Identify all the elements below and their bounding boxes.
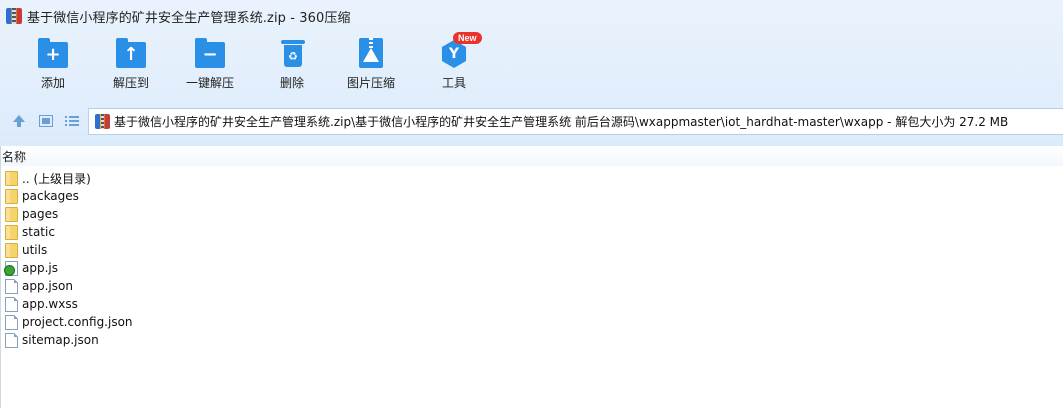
list-item-name: sitemap.json	[22, 333, 99, 347]
list-item[interactable]: app.wxss	[5, 295, 133, 313]
list-item-name: pages	[22, 207, 59, 221]
list-item[interactable]: .. (上级目录)	[5, 169, 133, 187]
extract-to-label: 解压到	[113, 76, 150, 90]
folder-icon	[5, 188, 18, 204]
folder-icon	[5, 206, 18, 222]
list-item-name: project.config.json	[22, 315, 133, 329]
list-item-name: app.wxss	[22, 297, 78, 311]
add-label: 添加	[40, 76, 65, 90]
js-file-icon	[4, 260, 18, 276]
archive-icon	[95, 114, 110, 129]
one-click-extract-icon: −	[193, 38, 227, 70]
add-icon: +	[36, 38, 70, 70]
recycle-bin-icon: ♻	[275, 38, 309, 70]
list-item[interactable]: app.json	[5, 277, 133, 295]
file-icon	[5, 314, 18, 330]
tools-button[interactable]: Y New 工具	[437, 32, 482, 98]
image-compress-label: 图片压缩	[347, 76, 396, 90]
file-icon	[5, 296, 18, 312]
navigation-bar: 基于微信小程序的矿井安全生产管理系统.zip\基于微信小程序的矿井安全生产管理系…	[0, 108, 1063, 136]
list-view-icon[interactable]	[63, 112, 81, 130]
list-item-name: app.json	[22, 279, 73, 293]
archive-app-icon	[6, 8, 22, 24]
tools-icon: Y New	[437, 32, 482, 70]
list-item[interactable]: app.js	[4, 259, 133, 277]
one-click-extract-label: 一键解压	[186, 76, 235, 90]
extract-to-button[interactable]: ↑ 解压到	[113, 38, 149, 98]
list-item-name: .. (上级目录)	[22, 171, 91, 186]
address-path: 基于微信小程序的矿井安全生产管理系统.zip\基于微信小程序的矿井安全生产管理系…	[114, 115, 1009, 129]
list-item[interactable]: project.config.json	[5, 313, 133, 331]
list-item-name: app.js	[22, 261, 58, 275]
new-badge: New	[453, 32, 482, 44]
list-item[interactable]: packages	[5, 187, 133, 205]
list-item[interactable]: static	[5, 223, 133, 241]
file-icon	[5, 278, 18, 294]
toolbar: + 添加 ↑ 解压到 − 一键解压 ♻ 删除 图片压缩 Y New 工具	[0, 32, 520, 98]
title-bar: 基于微信小程序的矿井安全生产管理系统.zip - 360压缩	[0, 0, 1063, 32]
list-item-name: static	[22, 225, 55, 239]
column-header-name[interactable]: 名称	[1, 146, 1063, 166]
file-icon	[5, 332, 18, 348]
top-panel: 基于微信小程序的矿井安全生产管理系统.zip - 360压缩 + 添加 ↑ 解压…	[0, 0, 1063, 146]
column-header-name-label: 名称	[2, 149, 27, 164]
extract-to-icon: ↑	[114, 38, 148, 70]
up-arrow-icon[interactable]	[10, 112, 28, 130]
list-item-name: utils	[22, 243, 48, 257]
list-item[interactable]: utils	[5, 241, 133, 259]
file-rows: .. (上级目录) packages pages static utils app.js a…	[4, 169, 133, 349]
image-compress-button[interactable]: 图片压缩	[347, 38, 395, 98]
delete-button[interactable]: ♻ 删除	[275, 38, 309, 98]
list-item[interactable]: pages	[5, 205, 133, 223]
tools-label: 工具	[441, 76, 466, 90]
list-item[interactable]: sitemap.json	[5, 331, 133, 349]
image-compress-icon	[354, 38, 388, 70]
address-bar[interactable]: 基于微信小程序的矿井安全生产管理系统.zip\基于微信小程序的矿井安全生产管理系…	[88, 108, 1063, 135]
folder-icon	[5, 224, 18, 240]
delete-label: 删除	[279, 76, 304, 90]
one-click-extract-button[interactable]: − 一键解压	[186, 38, 234, 98]
file-list: 名称 .. (上级目录) packages pages static utils app.…	[0, 146, 1063, 408]
folder-icon	[5, 170, 18, 186]
window-title: 基于微信小程序的矿井安全生产管理系统.zip - 360压缩	[27, 10, 351, 26]
add-button[interactable]: + 添加	[36, 38, 70, 98]
list-item-name: packages	[22, 189, 79, 203]
thumbnail-view-icon[interactable]	[37, 112, 55, 130]
folder-icon	[5, 242, 18, 258]
